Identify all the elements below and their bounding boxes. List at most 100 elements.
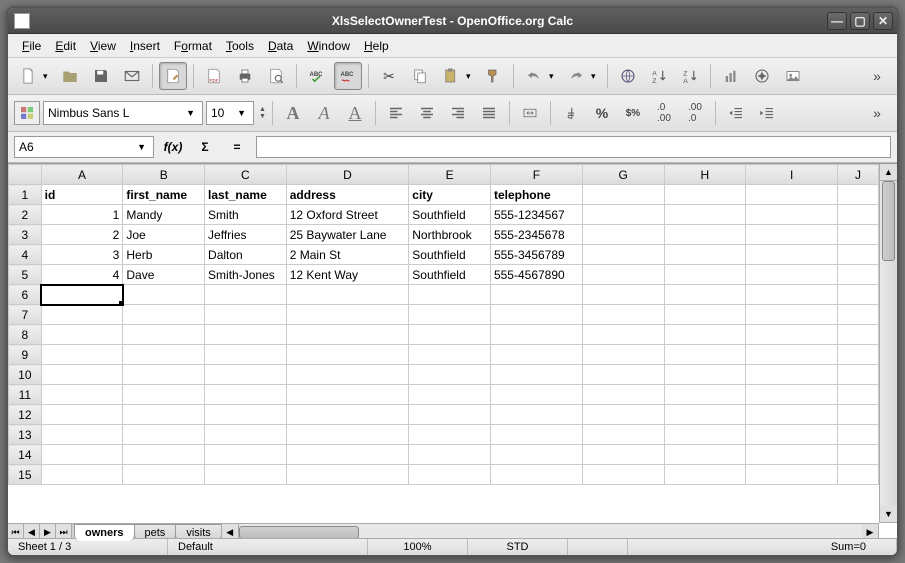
cell-J3[interactable] [838,225,879,245]
bold-button[interactable]: A [279,99,307,127]
paste-button[interactable] [437,62,465,90]
row-header-6[interactable]: 6 [9,285,42,305]
minimize-button[interactable]: — [827,12,847,30]
cell-H1[interactable] [664,185,746,205]
cell-G1[interactable] [582,185,664,205]
cell-A12[interactable] [41,405,123,425]
cell-D8[interactable] [286,325,409,345]
cell-I7[interactable] [746,305,838,325]
cell-B13[interactable] [123,425,205,445]
cell-H12[interactable] [664,405,746,425]
row-header-7[interactable]: 7 [9,305,42,325]
cell-D5[interactable]: 12 Kent Way [286,265,409,285]
cell-D15[interactable] [286,465,409,485]
merge-cells-button[interactable] [516,99,544,127]
menu-window[interactable]: Window [301,37,356,55]
cell-A2[interactable]: 1 [41,205,123,225]
cell-D10[interactable] [286,365,409,385]
cell-J5[interactable] [838,265,879,285]
cell-F1[interactable]: telephone [490,185,582,205]
cell-A3[interactable]: 2 [41,225,123,245]
close-button[interactable]: ✕ [873,12,893,30]
cell-J9[interactable] [838,345,879,365]
remove-decimal-button[interactable]: .00.0 [681,99,709,127]
titlebar[interactable]: XlsSelectOwnerTest - OpenOffice.org Calc… [8,8,897,34]
cell-I15[interactable] [746,465,838,485]
menu-format[interactable]: Format [168,37,218,55]
cell-E12[interactable] [409,405,491,425]
cell-B12[interactable] [123,405,205,425]
chart-button[interactable] [717,62,745,90]
font-size-combo[interactable]: 10 ▼ [206,101,254,125]
cell-I11[interactable] [746,385,838,405]
cell-B10[interactable] [123,365,205,385]
cell-D6[interactable] [286,285,409,305]
cell-J14[interactable] [838,445,879,465]
print-preview-button[interactable] [262,62,290,90]
cell-I12[interactable] [746,405,838,425]
sheet-tab-owners[interactable]: owners [74,524,135,541]
cell-C2[interactable]: Smith [205,205,287,225]
maximize-button[interactable]: ▢ [850,12,870,30]
cell-B3[interactable]: Joe [123,225,205,245]
cell-F6[interactable] [490,285,582,305]
cell-E6[interactable] [409,285,491,305]
cell-C6[interactable] [205,285,287,305]
cell-F15[interactable] [490,465,582,485]
cell-J4[interactable] [838,245,879,265]
vscroll-thumb[interactable] [882,181,895,261]
col-header-C[interactable]: C [205,165,287,185]
cell-C14[interactable] [205,445,287,465]
cell-I9[interactable] [746,345,838,365]
cell-C5[interactable]: Smith-Jones [205,265,287,285]
save-button[interactable] [87,62,115,90]
cell-I10[interactable] [746,365,838,385]
email-button[interactable] [118,62,146,90]
sum-button[interactable]: Σ [192,136,218,158]
col-header-F[interactable]: F [490,165,582,185]
new-dropdown[interactable]: ▾ [43,71,53,82]
row-header-12[interactable]: 12 [9,405,42,425]
cell-I2[interactable] [746,205,838,225]
cell-H7[interactable] [664,305,746,325]
cell-B4[interactable]: Herb [123,245,205,265]
cell-H6[interactable] [664,285,746,305]
cell-A5[interactable]: 4 [41,265,123,285]
cell-H8[interactable] [664,325,746,345]
col-header-A[interactable]: A [41,165,123,185]
col-header-I[interactable]: I [746,165,838,185]
cell-A1[interactable]: id [41,185,123,205]
cell-H9[interactable] [664,345,746,365]
cell-G2[interactable] [582,205,664,225]
cell-G4[interactable] [582,245,664,265]
cell-H14[interactable] [664,445,746,465]
navigator-button[interactable] [748,62,776,90]
cell-E8[interactable] [409,325,491,345]
menu-file[interactable]: File [16,37,47,55]
cell-C13[interactable] [205,425,287,445]
col-header-G[interactable]: G [582,165,664,185]
row-header-14[interactable]: 14 [9,445,42,465]
spellcheck-button[interactable]: ABC [303,62,331,90]
row-header-9[interactable]: 9 [9,345,42,365]
col-header-H[interactable]: H [664,165,746,185]
align-left-button[interactable] [382,99,410,127]
col-header-E[interactable]: E [409,165,491,185]
cell-E14[interactable] [409,445,491,465]
cell-I8[interactable] [746,325,838,345]
cell-J11[interactable] [838,385,879,405]
toolbar-overflow[interactable]: » [863,62,891,90]
cell-C4[interactable]: Dalton [205,245,287,265]
cell-G11[interactable] [582,385,664,405]
cell-G8[interactable] [582,325,664,345]
cell-J12[interactable] [838,405,879,425]
row-header-10[interactable]: 10 [9,365,42,385]
copy-button[interactable] [406,62,434,90]
cell-C8[interactable] [205,325,287,345]
cell-F11[interactable] [490,385,582,405]
cell-I14[interactable] [746,445,838,465]
cell-J8[interactable] [838,325,879,345]
cell-C3[interactable]: Jeffries [205,225,287,245]
cell-H3[interactable] [664,225,746,245]
cell-H15[interactable] [664,465,746,485]
